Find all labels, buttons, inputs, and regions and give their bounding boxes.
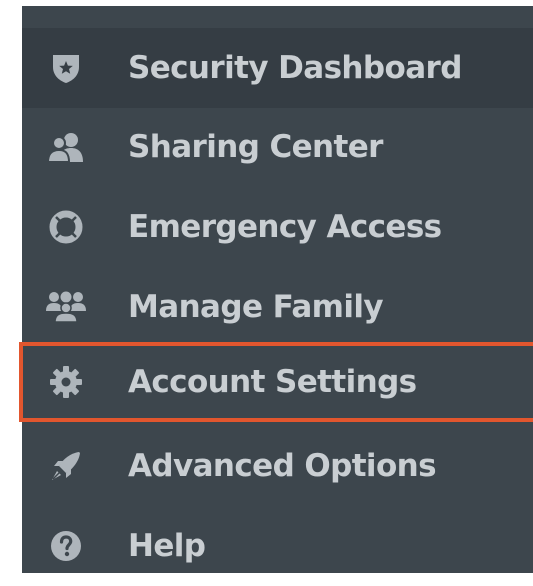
sidebar-item-label: Help (128, 528, 206, 564)
sidebar-item-label: Sharing Center (128, 129, 383, 165)
sidebar-item-help[interactable]: Help (22, 506, 533, 586)
sidebar-item-advanced-options[interactable]: Advanced Options (22, 426, 533, 506)
sidebar-item-sharing-center[interactable]: Sharing Center (22, 107, 533, 187)
sidebar-item-label: Account Settings (128, 364, 417, 400)
shield-star-icon (46, 48, 86, 88)
sidebar-item-account-settings[interactable]: Account Settings (19, 342, 533, 422)
sidebar-item-emergency-access[interactable]: Emergency Access (22, 187, 533, 267)
sidebar-item-label: Advanced Options (128, 448, 437, 484)
sidebar-item-label: Emergency Access (128, 209, 442, 245)
sidebar-item-manage-family[interactable]: Manage Family (22, 267, 533, 347)
sidebar-item-label: Manage Family (128, 289, 384, 325)
sidebar-item-label: Security Dashboard (128, 50, 462, 86)
life-ring-icon (46, 207, 86, 247)
question-icon (46, 526, 86, 566)
family-icon (46, 287, 86, 327)
users-share-icon (46, 127, 86, 167)
gear-icon (46, 362, 86, 402)
rocket-icon (46, 446, 86, 486)
sidebar-nav: Security Dashboard Sharing Center Emerge… (19, 6, 533, 573)
sidebar-item-security-dashboard[interactable]: Security Dashboard (22, 28, 533, 108)
